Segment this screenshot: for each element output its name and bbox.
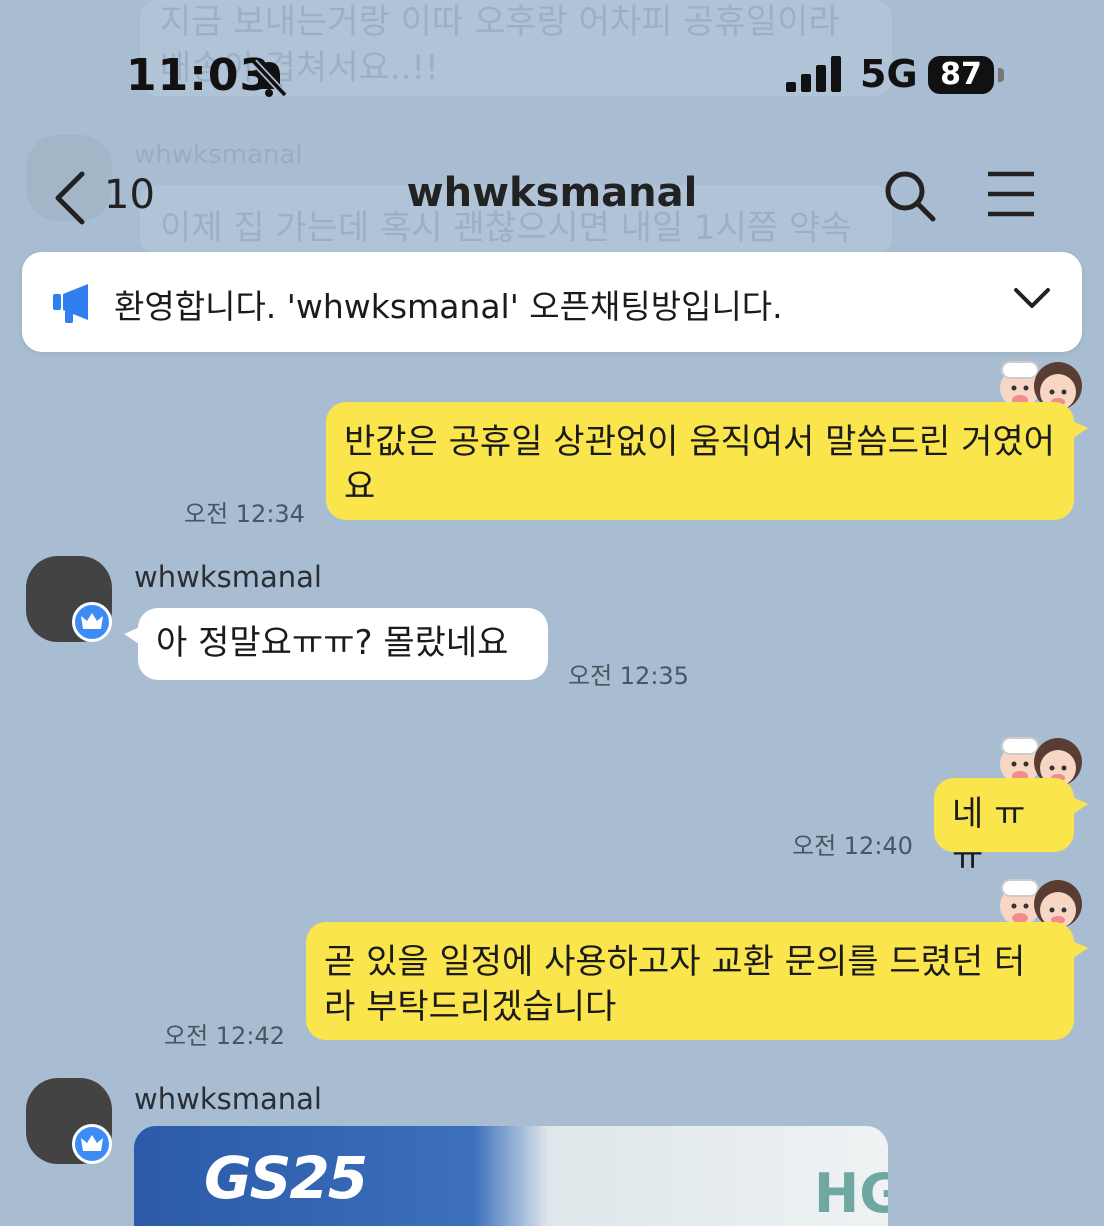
message-text: 곧 있을 일정에 사용하고자 교환 문의를 드렸던 터라 부탁드리겠습니다 bbox=[324, 942, 1026, 1027]
avatar[interactable] bbox=[26, 556, 112, 642]
avatar[interactable] bbox=[26, 1078, 112, 1164]
message-time: 오전 12:40 bbox=[792, 832, 913, 860]
chevron-down-icon[interactable] bbox=[1012, 286, 1052, 316]
message-text: 아 정말요ㅠㅠ? 몰랐네요 bbox=[156, 623, 509, 663]
message-text: 반값은 공휴일 상관없이 움직여서 말씀드린 거였어요 bbox=[344, 422, 1055, 507]
message-bubble-mine[interactable]: 곧 있을 일정에 사용하고자 교환 문의를 드렸던 터라 부탁드리겠습니다 bbox=[306, 922, 1088, 1040]
battery-icon: 87 bbox=[928, 56, 994, 94]
network-type: 5G bbox=[860, 52, 918, 96]
message-bubble-mine[interactable]: 반값은 공휴일 상관없이 움직여서 말씀드린 거였어요 bbox=[326, 402, 1088, 520]
menu-icon[interactable] bbox=[986, 170, 1036, 222]
crown-icon bbox=[72, 1124, 112, 1164]
notice-banner[interactable]: 환영합니다. 'whwksmanal' 오픈채팅방입니다. bbox=[22, 252, 1082, 352]
search-icon[interactable] bbox=[882, 168, 938, 228]
message-time: 오전 12:35 bbox=[568, 662, 689, 690]
message-text: 네 ㅠㅠ bbox=[952, 794, 1026, 879]
chat-header: 10 whwksmanal bbox=[0, 150, 1104, 240]
photo-store-sign: GS25 bbox=[204, 1144, 368, 1212]
message-time: 오전 12:42 bbox=[164, 1022, 285, 1050]
sender-name: whwksmanal bbox=[134, 560, 322, 594]
message-time: 오전 12:34 bbox=[184, 500, 305, 528]
message-bubble-theirs[interactable]: 아 정말요ㅠㅠ? 몰랐네요 bbox=[124, 608, 548, 680]
photo-message[interactable]: GS25 HG bbox=[134, 1126, 888, 1226]
battery-tip bbox=[998, 68, 1004, 82]
message-bubble-mine[interactable]: 네 ㅠㅠ bbox=[934, 778, 1088, 879]
notice-text: 환영합니다. 'whwksmanal' 오픈채팅방입니다. bbox=[114, 287, 783, 326]
bell-muted-icon bbox=[250, 58, 288, 102]
signal-icon bbox=[786, 56, 842, 98]
crown-icon bbox=[72, 602, 112, 642]
ghost-message-text: 지금 보내는거랑 이따 오후랑 어차피 공휴일이라 bbox=[160, 2, 840, 42]
megaphone-icon bbox=[52, 282, 92, 328]
status-bar: 11:03 5G 87 bbox=[0, 40, 1104, 110]
photo-right-text: HG bbox=[814, 1162, 888, 1225]
sender-name: whwksmanal bbox=[134, 1082, 322, 1116]
chat-title: whwksmanal bbox=[406, 170, 698, 216]
